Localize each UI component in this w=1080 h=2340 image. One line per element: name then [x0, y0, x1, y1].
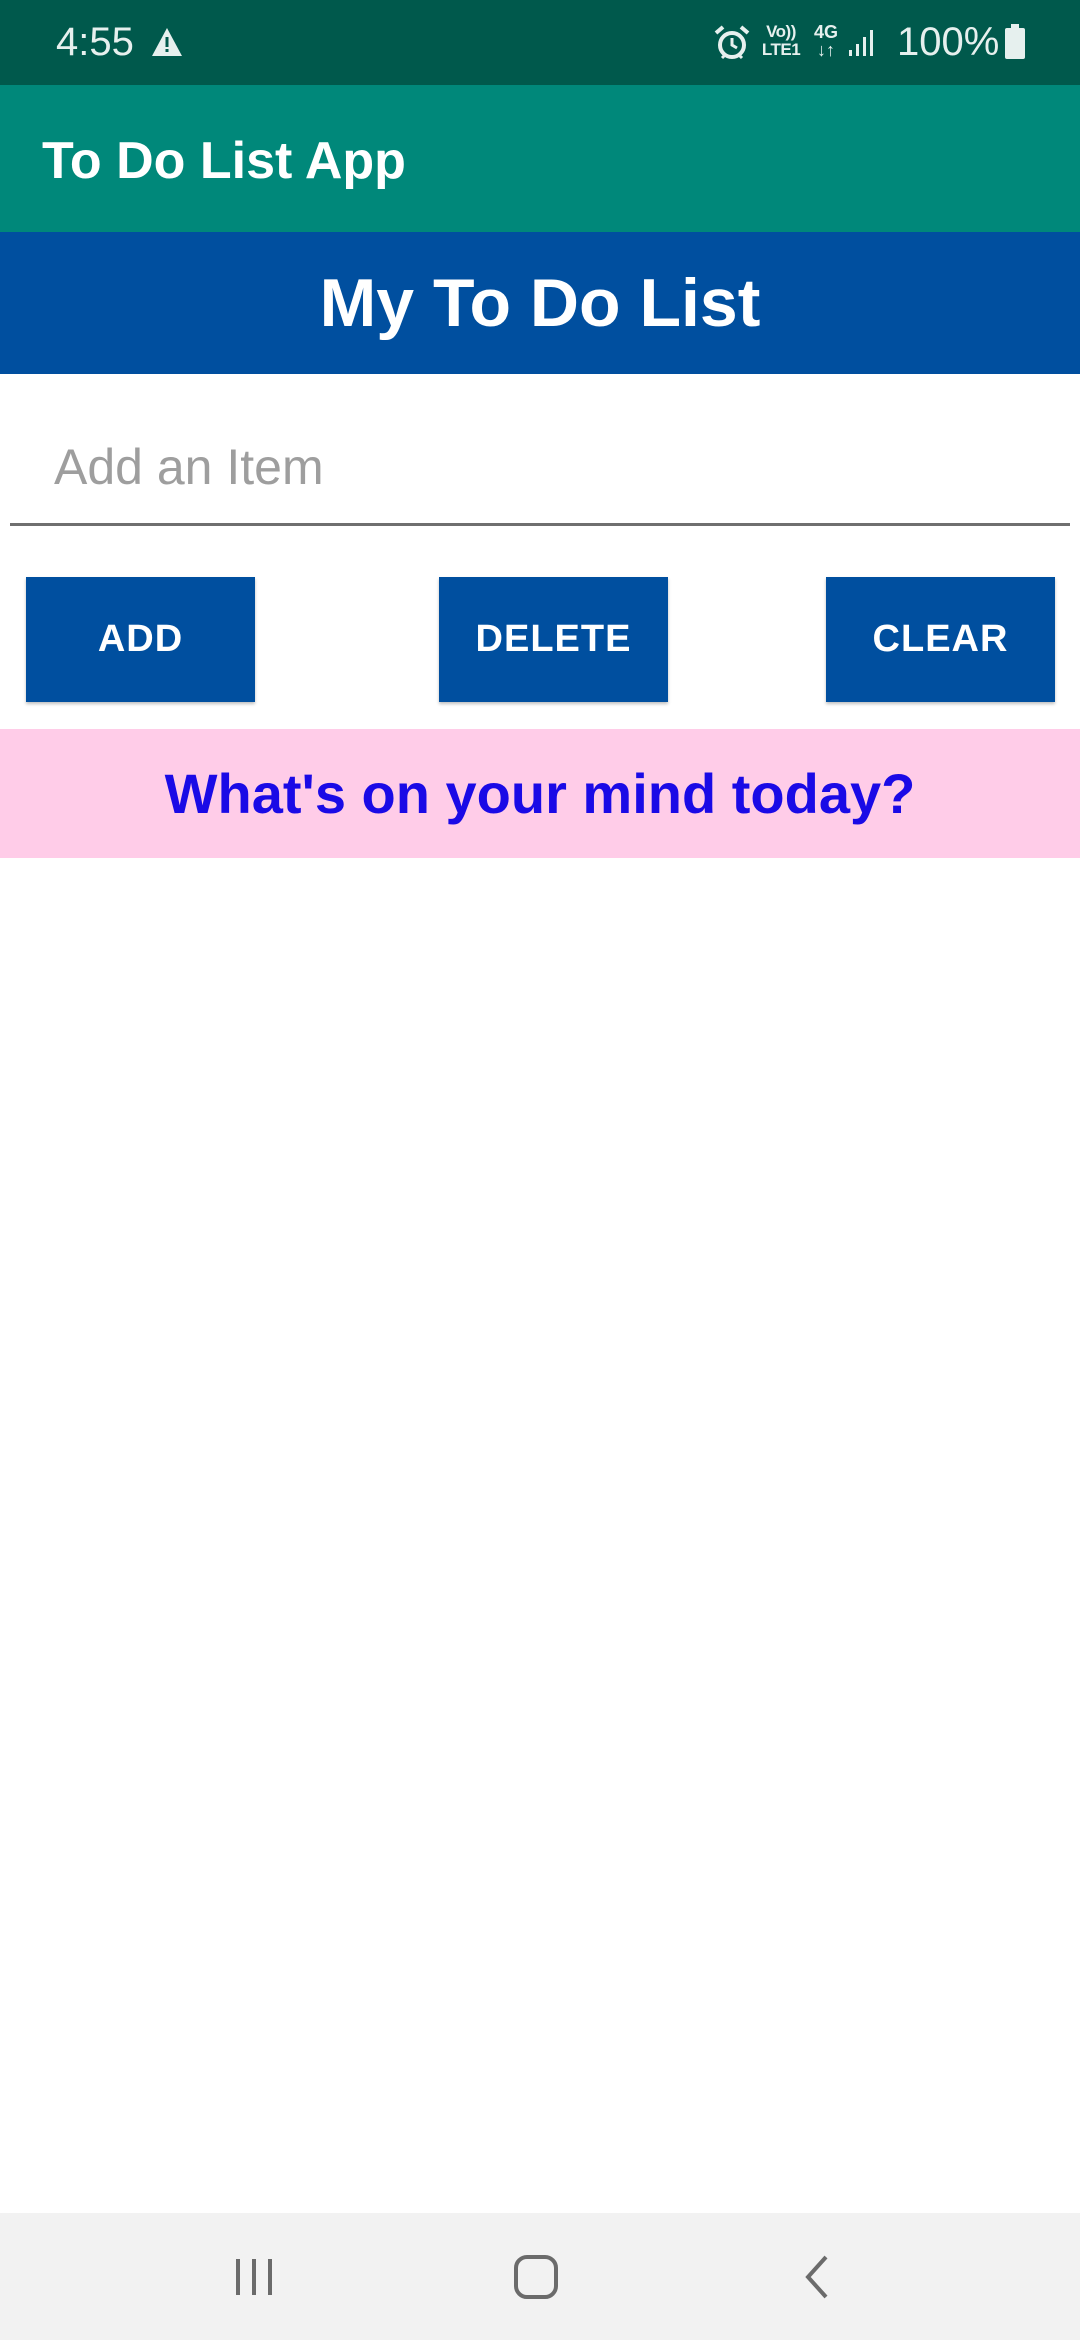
battery-icon — [1005, 24, 1025, 59]
network-type-indicator: 4G ↓↑ — [813, 22, 838, 60]
prompt-banner: What's on your mind today? — [0, 729, 1080, 858]
clear-button[interactable]: CLEAR — [826, 577, 1055, 702]
app-title: To Do List App — [42, 132, 406, 190]
status-bar: 4:55 Vo)) LTE1 4G ↓↑ 100% — [0, 0, 1080, 85]
back-icon[interactable] — [800, 2253, 836, 2301]
todo-list[interactable] — [0, 858, 1080, 2213]
header-banner: My To Do List — [0, 232, 1080, 374]
add-button[interactable]: ADD — [26, 577, 255, 702]
home-icon[interactable] — [512, 2253, 560, 2301]
status-time: 4:55 — [56, 20, 134, 64]
warning-icon — [152, 28, 182, 56]
add-item-input[interactable] — [10, 410, 1070, 526]
prompt-text: What's on your mind today? — [164, 762, 916, 825]
delete-button[interactable]: DELETE — [439, 577, 668, 702]
app-bar: To Do List App — [0, 85, 1080, 232]
signal-icon — [849, 30, 873, 56]
alarm-icon — [714, 25, 750, 60]
navigation-bar — [0, 2213, 1080, 2340]
volte-indicator: Vo)) LTE1 — [761, 22, 801, 59]
battery-percent: 100% — [897, 20, 1000, 64]
recents-icon[interactable] — [230, 2257, 278, 2297]
page-title: My To Do List — [319, 265, 761, 341]
